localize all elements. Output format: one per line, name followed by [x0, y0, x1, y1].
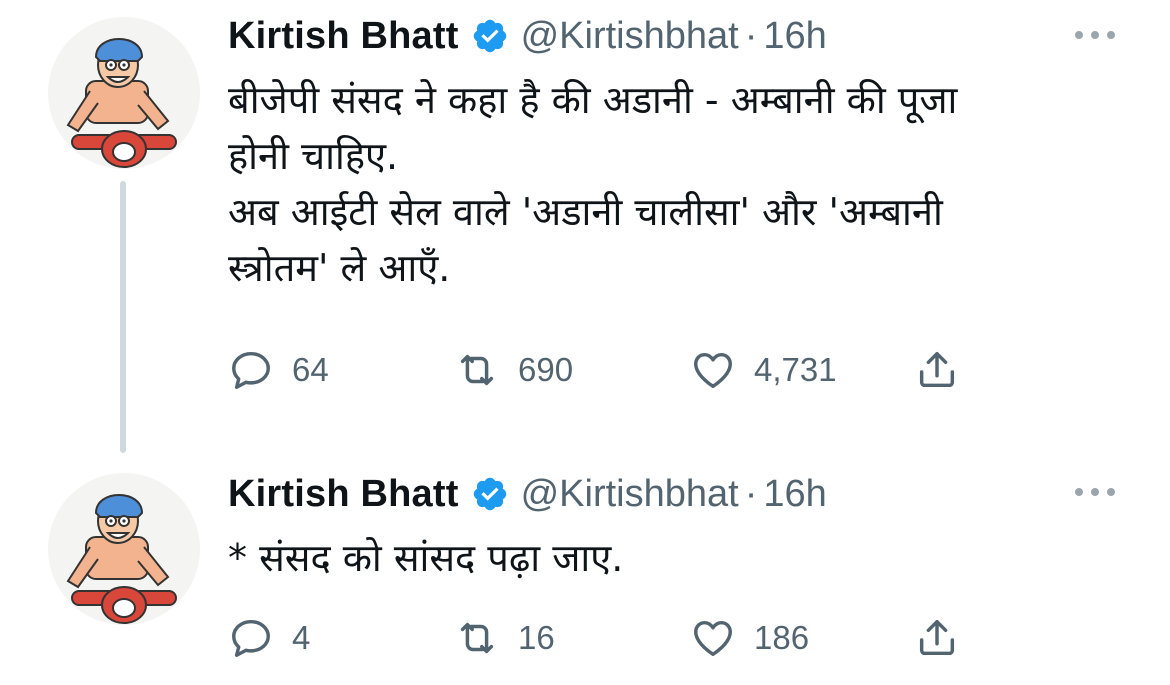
- reply-button[interactable]: 64: [228, 346, 329, 394]
- timestamp[interactable]: 16h: [763, 15, 826, 58]
- more-options-icon[interactable]: [1074, 486, 1116, 498]
- reply-icon: [232, 619, 270, 657]
- share-button[interactable]: [914, 346, 960, 394]
- tweet-actions: 4 16 186: [228, 614, 988, 662]
- like-count: 4,731: [754, 351, 837, 388]
- author-name[interactable]: Kirtish Bhatt: [228, 15, 459, 58]
- avatar[interactable]: [48, 17, 200, 169]
- like-heart-icon: [694, 620, 732, 657]
- tweet-text-line: * संसद को सांसद पढ़ा जाए.: [228, 536, 624, 580]
- tweet-text-line: अब आईटी सेल वाले 'अडानी चालीसा' और 'अम्ब…: [228, 190, 943, 234]
- like-button[interactable]: 4,731: [690, 346, 837, 394]
- retweet-button[interactable]: 690: [454, 346, 573, 394]
- separator-dot: ·: [744, 14, 758, 57]
- tweet-2[interactable]: Kirtish Bhatt @Kirtishbhat · 16h * संसद …: [0, 460, 1170, 685]
- verified-badge-icon: [473, 477, 506, 511]
- like-count: 186: [754, 619, 810, 656]
- avatar-cartoon-image: [66, 38, 177, 168]
- verified-badge-icon: [473, 19, 506, 53]
- like-heart-icon: [694, 352, 732, 389]
- tweet-text: * संसद को सांसद पढ़ा जाए.: [228, 530, 1098, 586]
- tweet-header: Kirtish Bhatt @Kirtishbhat · 16h: [228, 14, 827, 58]
- avatar[interactable]: [48, 473, 200, 625]
- tweet-text: बीजेपी संसद ने कहा है की अडानी - अम्बानी…: [228, 72, 1098, 296]
- reply-count: 4: [292, 619, 311, 656]
- author-handle[interactable]: @Kirtishbhat: [521, 15, 739, 58]
- timestamp[interactable]: 16h: [763, 473, 826, 516]
- thread-connector-line: [120, 181, 126, 453]
- tweet-1[interactable]: Kirtish Bhatt @Kirtishbhat · 16h बीजेपी …: [0, 0, 1170, 460]
- share-button[interactable]: [914, 614, 960, 662]
- author-handle[interactable]: @Kirtishbhat: [521, 473, 739, 516]
- reply-icon: [232, 351, 270, 389]
- retweet-count: 690: [518, 351, 574, 388]
- separator-dot: ·: [744, 472, 758, 515]
- like-button[interactable]: 186: [690, 614, 809, 662]
- avatar-cartoon-image: [66, 494, 177, 624]
- retweet-count: 16: [518, 619, 555, 656]
- reply-button[interactable]: 4: [228, 614, 310, 662]
- share-icon: [919, 351, 955, 388]
- retweet-icon: [460, 354, 494, 386]
- tweet-actions: 64 690 4,731: [228, 346, 988, 394]
- retweet-button[interactable]: 16: [454, 614, 555, 662]
- reply-count: 64: [292, 351, 329, 388]
- tweet-text-line: स्त्रोतम' ले आएँ.: [228, 246, 451, 290]
- author-name[interactable]: Kirtish Bhatt: [228, 473, 459, 516]
- tweet-text-line: होनी चाहिए.: [228, 134, 399, 178]
- share-icon: [919, 619, 955, 656]
- tweet-header: Kirtish Bhatt @Kirtishbhat · 16h: [228, 472, 827, 516]
- retweet-icon: [460, 622, 494, 654]
- tweet-text-line: बीजेपी संसद ने कहा है की अडानी - अम्बानी…: [228, 78, 958, 122]
- more-options-icon[interactable]: [1074, 29, 1116, 41]
